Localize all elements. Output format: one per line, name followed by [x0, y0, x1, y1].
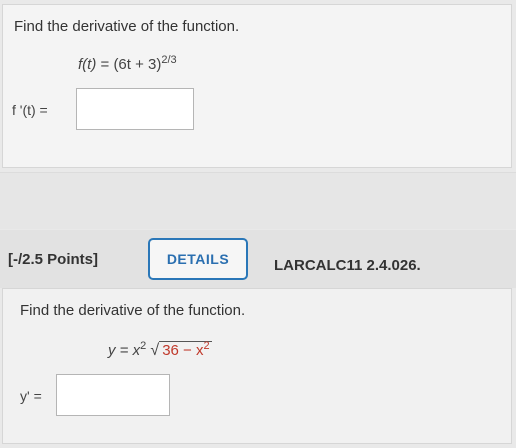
question-2-prompt: Find the derivative of the function.	[20, 302, 246, 319]
question-gap	[0, 172, 516, 229]
function-lhs: y =	[108, 342, 129, 359]
question-1-prompt: Find the derivative of the function.	[14, 18, 240, 35]
radicand-exponent: 2	[203, 340, 210, 352]
question-1-answer-input[interactable]	[76, 88, 194, 130]
question-2-function: y = x2 √ 36 − x2	[108, 340, 212, 360]
radicand-text: 36 − x	[162, 342, 204, 359]
question-2-answer-input[interactable]	[56, 374, 170, 416]
radicand: 36 − x2	[159, 340, 212, 359]
function-term: x	[132, 342, 141, 359]
square-root: √ 36 − x2	[150, 340, 212, 360]
function-base: (6t + 3)	[113, 56, 162, 73]
function-equals: =	[100, 56, 114, 73]
radical-sign: √	[150, 342, 160, 359]
problem-code: LARCALC11 2.4.026.	[274, 257, 421, 274]
points-label: [-/2.5 Points]	[8, 251, 99, 268]
function-lhs: f(t)	[78, 56, 97, 73]
details-button[interactable]: DETAILS	[148, 238, 248, 280]
function-term-exponent: 2	[140, 340, 147, 352]
question-2-answer-label: y' =	[20, 388, 42, 404]
question-1-function: f(t) = (6t + 3)2/3	[78, 54, 177, 73]
question-1-answer-label: f '(t) =	[12, 102, 48, 118]
function-exponent: 2/3	[161, 54, 177, 66]
